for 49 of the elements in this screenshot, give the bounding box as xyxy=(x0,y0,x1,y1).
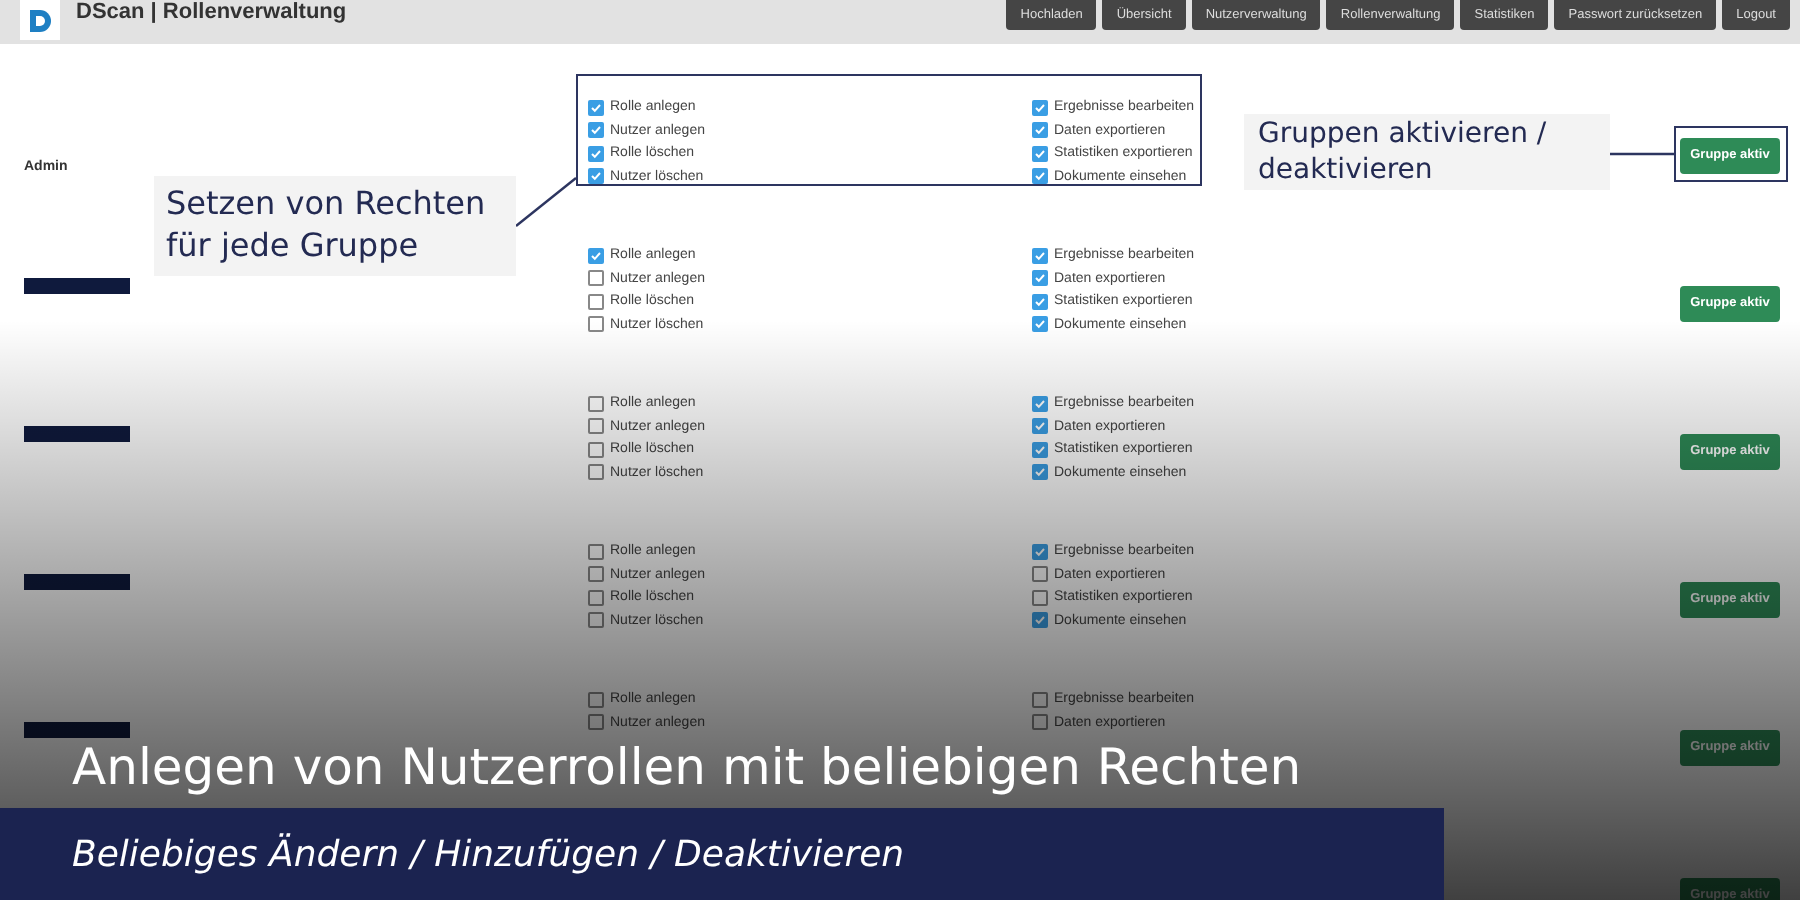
checkbox[interactable] xyxy=(1032,589,1048,606)
leader-line xyxy=(1610,152,1676,156)
redaction-bar xyxy=(24,278,130,294)
checkbox[interactable] xyxy=(1032,270,1048,287)
checkbox[interactable] xyxy=(1032,418,1048,435)
checkbox[interactable] xyxy=(588,395,604,412)
checkbox[interactable] xyxy=(1032,293,1048,310)
checkbox[interactable] xyxy=(1032,145,1048,162)
checkbox[interactable] xyxy=(588,464,604,481)
checkbox[interactable] xyxy=(588,168,604,185)
checkbox[interactable] xyxy=(588,441,604,458)
checkbox[interactable] xyxy=(1032,122,1048,139)
checkbox[interactable] xyxy=(1032,714,1048,731)
checkbox[interactable] xyxy=(1032,612,1048,629)
checkbox[interactable] xyxy=(588,99,604,116)
checkbox[interactable] xyxy=(588,589,604,606)
checkbox[interactable] xyxy=(1032,395,1048,412)
checkbox[interactable] xyxy=(588,691,604,708)
checkbox[interactable] xyxy=(588,418,604,435)
checkbox[interactable] xyxy=(1032,691,1048,708)
checkbox[interactable] xyxy=(1032,99,1048,116)
checkbox[interactable] xyxy=(588,566,604,583)
highlight-frame xyxy=(1674,126,1788,182)
callout-text: Gruppen aktivieren / deaktivieren xyxy=(1258,116,1549,188)
leader-line xyxy=(514,176,578,228)
checkbox[interactable] xyxy=(1032,543,1048,560)
checkbox[interactable] xyxy=(588,714,604,731)
checkbox[interactable] xyxy=(1032,168,1048,185)
checkbox[interactable] xyxy=(1032,247,1048,264)
checkbox[interactable] xyxy=(588,543,604,560)
app-title: DScan | Rollenverwaltung xyxy=(76,2,347,24)
checkbox[interactable] xyxy=(588,612,604,629)
redaction-bar xyxy=(24,722,130,738)
checkbox[interactable] xyxy=(1032,464,1048,481)
checkbox[interactable] xyxy=(588,145,604,162)
caption-subtitle: Beliebiges Ändern / Hinzufügen / Deaktivieren xyxy=(72,831,905,879)
checkbox[interactable] xyxy=(588,316,604,333)
checkbox[interactable] xyxy=(588,270,604,287)
checkbox[interactable] xyxy=(588,293,604,310)
checkbox[interactable] xyxy=(1032,566,1048,583)
redaction-bar xyxy=(24,574,130,590)
redaction-bar xyxy=(24,426,130,442)
caption-title: Anlegen von Nutzerrollen mit beliebigen Rechten xyxy=(72,742,1302,792)
checkbox[interactable] xyxy=(1032,441,1048,458)
checkbox[interactable] xyxy=(1032,316,1048,333)
checkbox[interactable] xyxy=(588,122,604,139)
callout-text: Setzen von Rechten für jede Gruppe xyxy=(166,182,488,266)
logo-icon xyxy=(20,0,60,40)
checkbox[interactable] xyxy=(588,247,604,264)
